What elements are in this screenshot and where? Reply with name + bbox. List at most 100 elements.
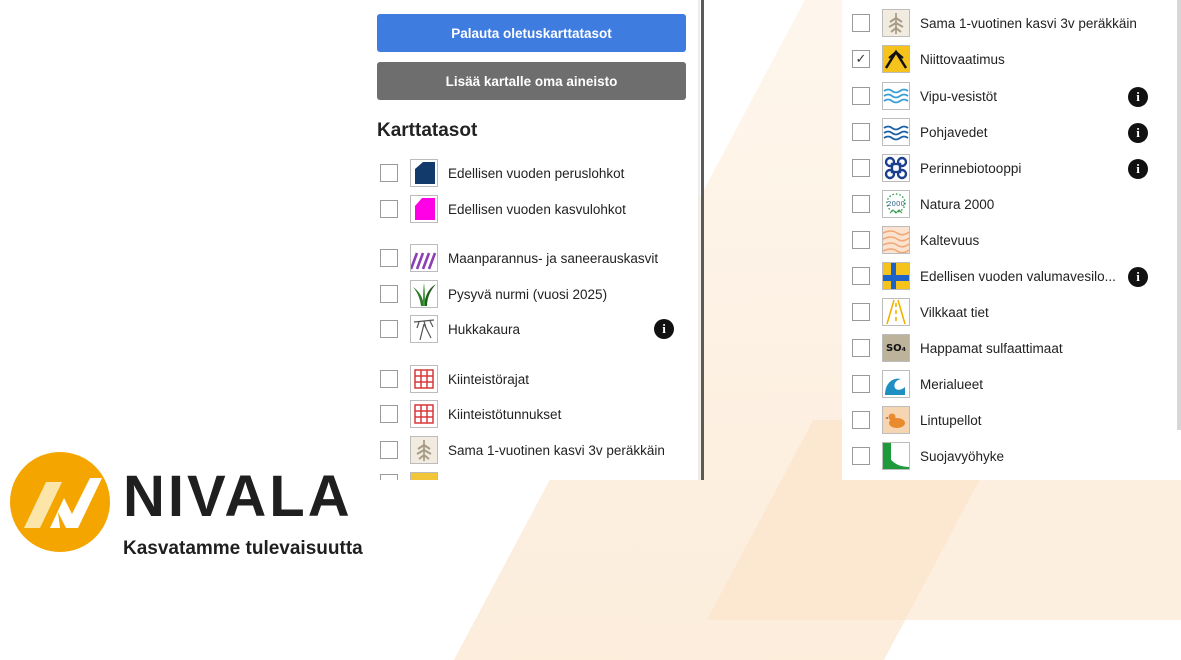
layer-checkbox[interactable] [852, 159, 870, 177]
layer-label: Vipu-vesistöt [920, 88, 998, 104]
layer-row[interactable]: Merialueet [852, 368, 983, 400]
sea-wave-icon [882, 370, 910, 398]
layer-checkbox[interactable] [852, 87, 870, 105]
layer-checkbox[interactable] [852, 303, 870, 321]
layers-panel-left: Palauta oletuskarttatasot Lisää kartalle… [368, 0, 700, 480]
layer-label: Kiinteistötunnukset [448, 406, 562, 422]
layer-label: Kiinteistörajat [448, 371, 530, 387]
layer-row[interactable]: Lintupellot [852, 404, 982, 436]
layer-row[interactable]: Hukkakaura [380, 313, 520, 345]
layer-label: Hukkakaura [448, 321, 521, 337]
sulfate-icon-text: SO₄ [885, 342, 907, 354]
layer-label: Pohjavedet [920, 124, 988, 140]
layer-checkbox[interactable] [852, 375, 870, 393]
layer-checkbox[interactable] [380, 320, 398, 338]
layer-label: Edellisen vuoden peruslohkot [448, 165, 625, 181]
magenta-parcel-icon [410, 195, 438, 223]
add-own-data-button[interactable]: Lisää kartalle oma aineisto [377, 62, 686, 100]
red-grid-icon [410, 400, 438, 428]
layer-row[interactable]: Pysyvä nurmi (vuosi 2025) [380, 278, 607, 310]
layer-checkbox[interactable] [380, 200, 398, 218]
layer-checkbox[interactable] [380, 249, 398, 267]
layer-checkbox[interactable] [380, 164, 398, 182]
layer-checkbox[interactable] [852, 339, 870, 357]
info-icon[interactable]: i [1128, 87, 1148, 107]
layer-row[interactable]: Maanparannus- ja saneerauskasvit [380, 242, 658, 274]
layer-row[interactable]: Edellisen vuoden valumavesilo... [852, 260, 1116, 292]
scrollbar[interactable] [1177, 0, 1181, 430]
layer-checkbox[interactable] [380, 370, 398, 388]
wild-oat-icon [410, 315, 438, 343]
info-icon[interactable]: i [1128, 123, 1148, 143]
road-icon [882, 298, 910, 326]
layer-row[interactable]: Perinnebiotooppi [852, 152, 1021, 184]
layer-label: Sama 1-vuotinen kasvi 3v peräkkäin [448, 442, 665, 458]
layer-label: Perinnebiotooppi [920, 160, 1022, 176]
logo-emblem-icon [10, 452, 110, 552]
buffer-zone-icon [882, 442, 910, 470]
layer-checkbox[interactable] [852, 14, 870, 32]
info-icon[interactable]: i [1128, 267, 1148, 287]
grass-icon [410, 280, 438, 308]
plant-icon [882, 9, 910, 37]
layer-label: Edellisen vuoden valumavesilo... [920, 268, 1116, 284]
layer-row[interactable]: Edellisen vuoden kasvulohkot [380, 193, 626, 225]
logo-wordmark: NIVALA [123, 464, 353, 529]
biotope-icon [882, 154, 910, 182]
partial-layer-icon [410, 472, 438, 480]
layer-label: Vilkkaat tiet [920, 304, 989, 320]
scrollbar[interactable] [698, 0, 700, 480]
layer-row[interactable]: Suojavyöhyke [852, 440, 1004, 472]
layer-row[interactable]: Vipu-vesistöt [852, 80, 997, 112]
layer-row[interactable]: Pohjavedet [852, 116, 988, 148]
layer-label: Happamat sulfaattimaat [920, 340, 1063, 356]
layer-checkbox[interactable] [852, 267, 870, 285]
water-waves-icon [882, 82, 910, 110]
layer-label: Sama 1-vuotinen kasvi 3v peräkkäin [920, 15, 1137, 31]
info-icon[interactable]: i [654, 319, 674, 339]
layer-row[interactable]: 2000 Natura 2000 [852, 188, 994, 220]
section-title: Karttatasot [377, 120, 478, 141]
dark-blue-parcel-icon [410, 159, 438, 187]
layer-row[interactable]: Kiinteistörajat [380, 363, 529, 395]
runoff-icon [882, 262, 910, 290]
layer-label: Merialueet [920, 376, 984, 392]
layer-checkbox[interactable] [852, 123, 870, 141]
layer-row[interactable]: Edellisen vuoden peruslohkot [380, 157, 624, 189]
purple-hatch-icon [410, 244, 438, 272]
layer-label: Niittovaatimus [920, 51, 1005, 67]
red-grid-icon [410, 365, 438, 393]
layer-checkbox[interactable] [852, 447, 870, 465]
layer-label: Pysyvä nurmi (vuosi 2025) [448, 286, 608, 302]
layer-checkbox[interactable] [380, 441, 398, 459]
layer-checkbox[interactable] [852, 195, 870, 213]
layer-row[interactable]: SO₄ Happamat sulfaattimaat [852, 332, 1063, 364]
layers-panel-right: Sama 1-vuotinen kasvi 3v peräkkäin ✓ Nii… [842, 0, 1181, 480]
info-icon[interactable]: i [1128, 159, 1148, 179]
layer-checkbox-checked[interactable]: ✓ [852, 50, 870, 68]
partial-layer-checkbox [380, 474, 398, 480]
layer-row[interactable]: Kaltevuus [852, 224, 979, 256]
layer-checkbox[interactable] [380, 405, 398, 423]
layer-label: Natura 2000 [920, 196, 995, 212]
restore-default-layers-button[interactable]: Palauta oletuskarttatasot [377, 14, 686, 52]
layer-row[interactable]: Kiinteistötunnukset [380, 398, 561, 430]
logo-tagline: Kasvatamme tulevaisuutta [123, 538, 363, 559]
nivala-logo: NIVALA Kasvatamme tulevaisuutta [10, 452, 370, 562]
layer-row[interactable]: Sama 1-vuotinen kasvi 3v peräkkäin [852, 7, 1137, 39]
slope-icon [882, 226, 910, 254]
layer-checkbox[interactable] [852, 231, 870, 249]
layer-checkbox[interactable] [852, 411, 870, 429]
groundwater-icon [882, 118, 910, 146]
layer-row[interactable]: Vilkkaat tiet [852, 296, 989, 328]
layer-row[interactable]: ✓ Niittovaatimus [852, 43, 1005, 75]
layer-row[interactable]: Sama 1-vuotinen kasvi 3v peräkkäin [380, 434, 665, 466]
layer-label: Kaltevuus [920, 232, 980, 248]
plant-icon [410, 436, 438, 464]
bird-icon [882, 406, 910, 434]
panel-divider [701, 0, 704, 480]
natura-icon: 2000 [882, 190, 910, 218]
layer-label: Edellisen vuoden kasvulohkot [448, 201, 626, 217]
layer-label: Lintupellot [920, 412, 982, 428]
layer-checkbox[interactable] [380, 285, 398, 303]
